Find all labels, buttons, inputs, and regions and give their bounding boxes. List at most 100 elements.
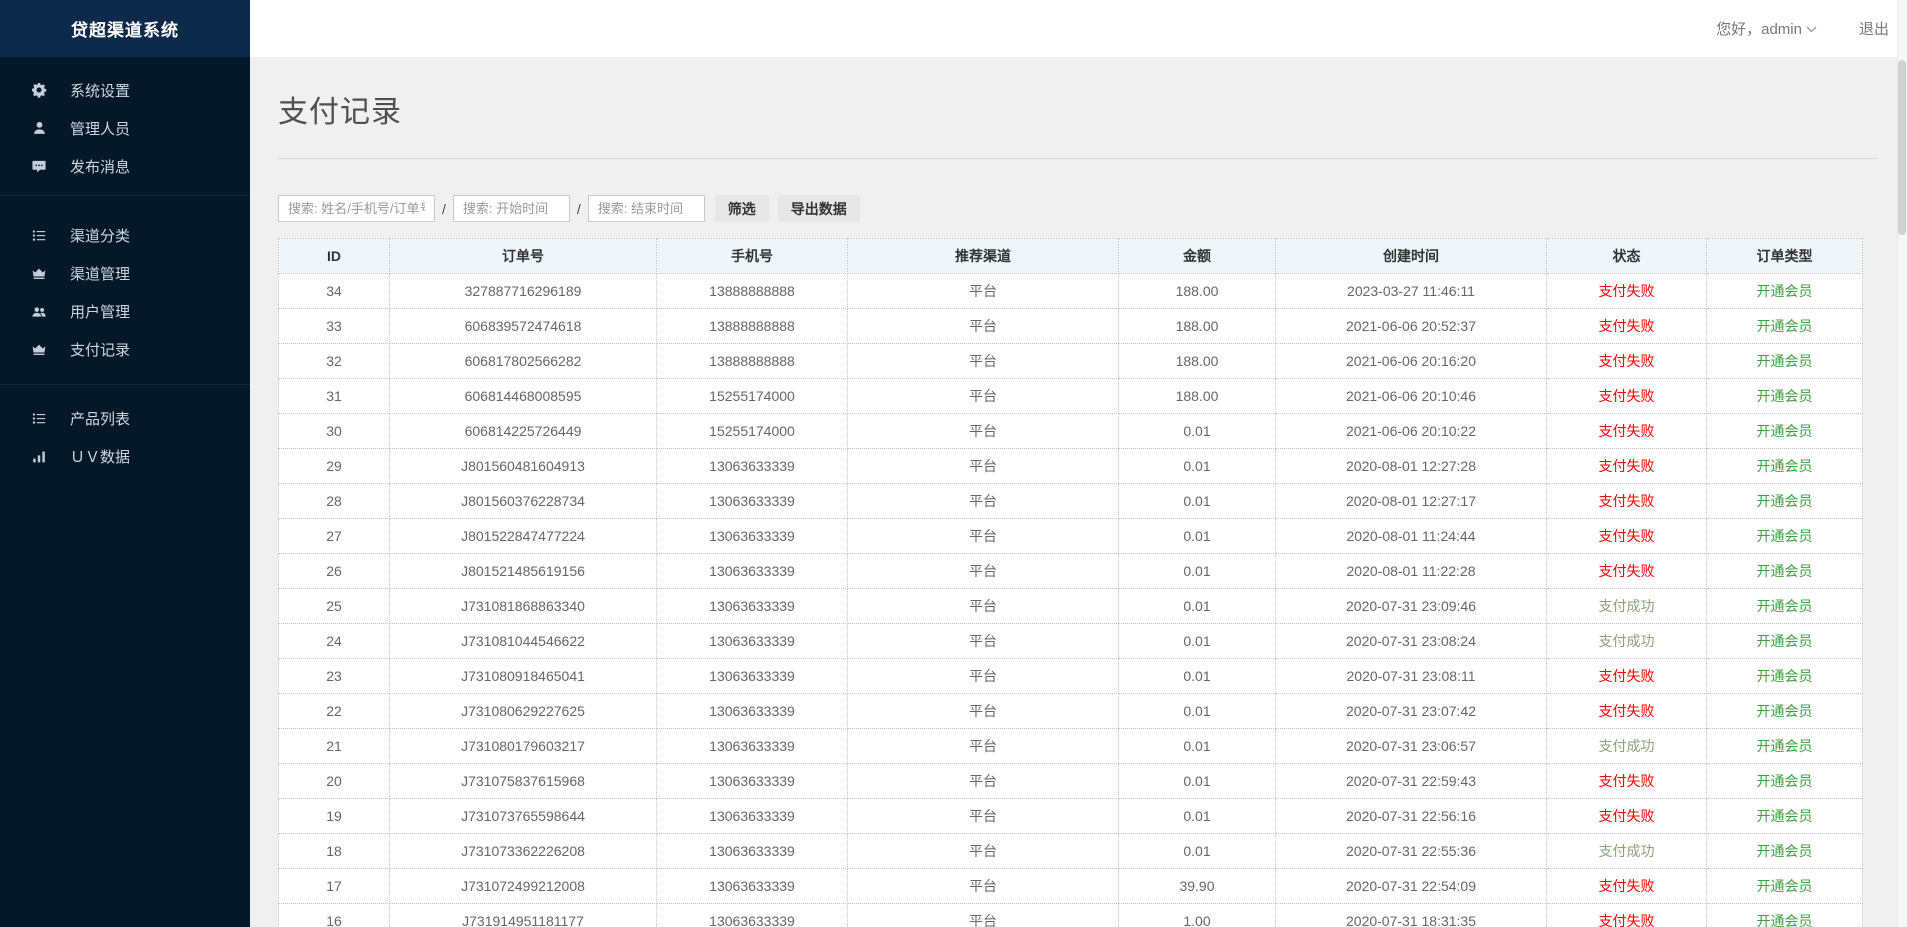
sidebar-item-system-settings[interactable]: 系统设置 [0,71,250,109]
sidebar-item-product-list[interactable]: 产品列表 [0,399,250,437]
cell-phone: 15255174000 [657,414,848,449]
cell-channel: 平台 [848,554,1119,589]
table-row: 25J73108186886334013063633339平台0.012020-… [279,589,1863,624]
sidebar-item-label: 渠道分类 [70,225,130,246]
cell-channel: 平台 [848,344,1119,379]
cell-phone: 13063633339 [657,484,848,519]
sidebar-item-channel-category[interactable]: 渠道分类 [0,216,250,254]
cell-channel: 平台 [848,484,1119,519]
start-time-input[interactable] [453,195,570,222]
cell-order-no: J731081044546622 [390,624,657,659]
table-row: 23J73108091846504113063633339平台0.012020-… [279,659,1863,694]
sidebar-nav: 系统设置管理人员发布消息渠道分类渠道管理用户管理支付记录产品列表ＵＶ数据 [0,57,250,485]
user-icon [30,120,48,136]
chevron-down-icon [1806,20,1817,37]
cell-amount: 188.00 [1119,309,1276,344]
cell-status: 支付失败 [1547,869,1707,904]
cell-channel: 平台 [848,309,1119,344]
cell-status: 支付失败 [1547,379,1707,414]
cell-id: 24 [279,624,390,659]
cell-order-type: 开通会员 [1707,729,1863,764]
sidebar-item-user-manage[interactable]: 用户管理 [0,292,250,330]
export-data-button[interactable]: 导出数据 [778,195,860,222]
cell-created-at: 2020-07-31 23:07:42 [1276,694,1547,729]
cell-phone: 13063633339 [657,869,848,904]
scrollbar-thumb[interactable] [1898,60,1906,235]
sidebar-group: 系统设置管理人员发布消息 [0,57,250,195]
gear-icon [30,82,48,98]
cell-status: 支付失败 [1547,519,1707,554]
cell-created-at: 2020-07-31 22:56:16 [1276,799,1547,834]
cell-status: 支付失败 [1547,344,1707,379]
table-row: 3060681422572644915255174000平台0.012021-0… [279,414,1863,449]
chart-icon [30,448,48,464]
sidebar-item-publish-message[interactable]: 发布消息 [0,147,250,185]
table-row: 19J73107376559864413063633339平台0.012020-… [279,799,1863,834]
cell-order-type: 开通会员 [1707,274,1863,309]
cell-order-type: 开通会员 [1707,694,1863,729]
sidebar-item-payment-records[interactable]: 支付记录 [0,330,250,368]
cell-amount: 0.01 [1119,589,1276,624]
cell-order-type: 开通会员 [1707,379,1863,414]
table-row: 18J73107336222620813063633339平台0.012020-… [279,834,1863,869]
cell-created-at: 2020-08-01 12:27:28 [1276,449,1547,484]
logout-link[interactable]: 退出 [1859,18,1889,39]
cell-channel: 平台 [848,799,1119,834]
cell-order-no: 606817802566282 [390,344,657,379]
cell-status: 支付失败 [1547,799,1707,834]
cell-order-no: 327887716296189 [390,274,657,309]
cell-order-type: 开通会员 [1707,414,1863,449]
cell-channel: 平台 [848,589,1119,624]
sidebar-item-admin-staff[interactable]: 管理人员 [0,109,250,147]
cell-order-no: 606814468008595 [390,379,657,414]
filter-button[interactable]: 筛选 [715,195,769,222]
cell-status: 支付失败 [1547,904,1707,927]
search-input[interactable] [278,195,435,222]
cell-id: 25 [279,589,390,624]
message-icon [30,158,48,174]
table-row: 3160681446800859515255174000平台188.002021… [279,379,1863,414]
cell-status: 支付成功 [1547,624,1707,659]
cell-channel: 平台 [848,449,1119,484]
cell-created-at: 2023-03-27 11:46:11 [1276,274,1547,309]
cell-order-no: J731075837615968 [390,764,657,799]
cell-order-no: J731080918465041 [390,659,657,694]
cell-order-type: 开通会员 [1707,309,1863,344]
cell-status: 支付失败 [1547,449,1707,484]
cell-created-at: 2020-07-31 22:55:36 [1276,834,1547,869]
cell-order-no: J731073362226208 [390,834,657,869]
cell-order-no: J801560481604913 [390,449,657,484]
end-time-input[interactable] [588,195,705,222]
cell-status: 支付失败 [1547,309,1707,344]
cell-channel: 平台 [848,379,1119,414]
main-content: 支付记录 / / 筛选 导出数据 ID订单号手机号推荐渠道金额创建时间状态订单类… [250,57,1907,927]
separator: / [442,201,446,217]
cell-id: 26 [279,554,390,589]
user-menu[interactable]: 您好，admin [1716,18,1817,39]
cell-channel: 平台 [848,519,1119,554]
cell-created-at: 2020-07-31 23:08:11 [1276,659,1547,694]
sidebar-item-channel-manage[interactable]: 渠道管理 [0,254,250,292]
cell-status: 支付成功 [1547,589,1707,624]
cell-created-at: 2020-07-31 22:54:09 [1276,869,1547,904]
cell-order-no: J731081868863340 [390,589,657,624]
cell-id: 34 [279,274,390,309]
cell-order-type: 开通会员 [1707,624,1863,659]
cell-amount: 188.00 [1119,344,1276,379]
column-header: 订单类型 [1707,239,1863,274]
sidebar-item-uv-data[interactable]: ＵＶ数据 [0,437,250,475]
cell-status: 支付失败 [1547,484,1707,519]
cell-order-no: J731072499212008 [390,869,657,904]
cell-amount: 0.01 [1119,659,1276,694]
cell-order-type: 开通会员 [1707,799,1863,834]
cell-id: 27 [279,519,390,554]
cell-created-at: 2020-07-31 23:09:46 [1276,589,1547,624]
table-row: 27J80152284747722413063633339平台0.012020-… [279,519,1863,554]
vertical-scrollbar[interactable] [1897,0,1907,927]
cell-phone: 13063633339 [657,904,848,927]
cell-order-no: J801521485619156 [390,554,657,589]
table-row: 29J80156048160491313063633339平台0.012020-… [279,449,1863,484]
cell-created-at: 2021-06-06 20:10:22 [1276,414,1547,449]
users-icon [30,303,48,319]
table-row: 3260681780256628213888888888平台188.002021… [279,344,1863,379]
